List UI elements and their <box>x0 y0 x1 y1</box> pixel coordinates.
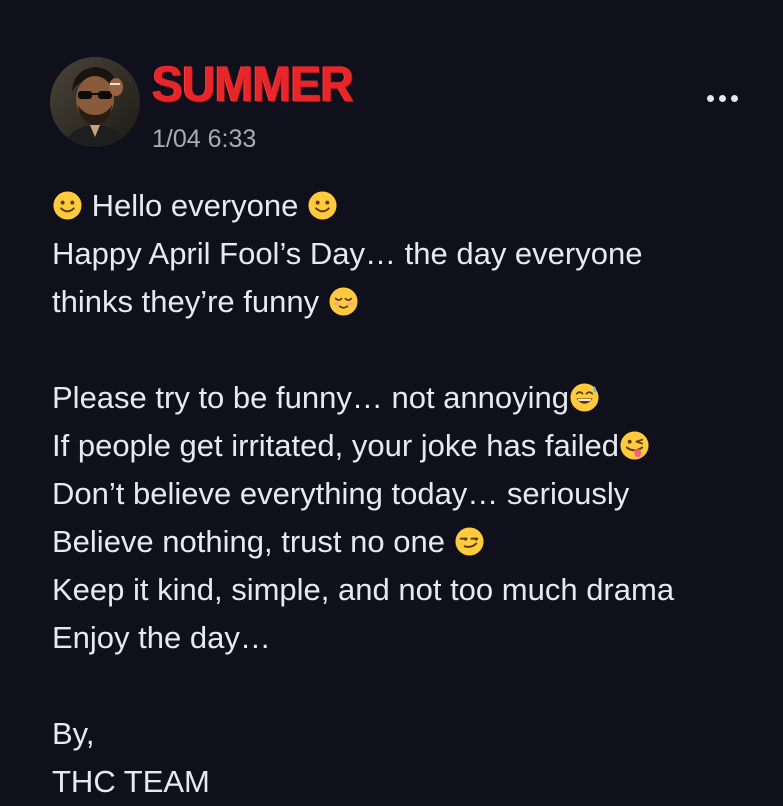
message-line: Enjoy the day… <box>52 614 777 662</box>
winking-tongue-face-icon <box>619 430 650 461</box>
avatar-photo-icon <box>50 57 140 147</box>
signature-by: By, <box>52 716 95 751</box>
relieved-face-icon <box>328 286 359 317</box>
message-line: Keep it kind, simple, and not too much d… <box>52 566 777 614</box>
grinning-sweat-face-icon <box>569 382 600 413</box>
avatar[interactable] <box>50 57 140 147</box>
message-line: Don’t believe everything today… seriousl… <box>52 470 777 518</box>
message-line: If people get irritated, your joke has f… <box>52 422 777 470</box>
message-line-text: Please try to be funny… not annoying <box>52 380 569 415</box>
message-line-text: Happy April Fool’s Day… the day everyone <box>52 236 643 271</box>
message-line: Happy April Fool’s Day… the day everyone <box>52 230 777 278</box>
message-line: Believe nothing, trust no one <box>52 518 777 566</box>
message-line-text: If people get irritated, your joke has f… <box>52 428 619 463</box>
message-line: Hello everyone <box>52 182 777 230</box>
message-line: Please try to be funny… not annoying <box>52 374 777 422</box>
smirking-face-icon <box>454 526 485 557</box>
message-line: THC TEAM <box>52 758 777 806</box>
post-timestamp: 1/04 6:33 <box>152 125 257 153</box>
more-horizontal-icon <box>718 94 726 102</box>
slightly-smiling-face-icon <box>52 190 83 221</box>
message-line-text: Hello everyone <box>91 188 299 223</box>
more-horizontal-icon <box>706 94 714 102</box>
post-card: SUMMER 1/04 6:33 Hello everyone Happy Ap… <box>0 0 783 800</box>
message-line-text: Don’t believe everything today… seriousl… <box>52 476 630 511</box>
message-line-text: Enjoy the day… <box>52 620 271 655</box>
message-body: Hello everyone Happy April Fool’s Day… t… <box>52 182 777 806</box>
message-line-text: thinks they’re funny <box>52 284 320 319</box>
message-line-text: Keep it kind, simple, and not too much d… <box>52 572 675 607</box>
slightly-smiling-face-icon <box>307 190 338 221</box>
signature-team: THC TEAM <box>52 764 210 799</box>
message-line: thinks they’re funny <box>52 278 777 326</box>
more-horizontal-icon <box>730 94 738 102</box>
message-line-text: Believe nothing, trust no one <box>52 524 445 559</box>
author-name[interactable]: SUMMER <box>152 56 354 112</box>
message-line: By, <box>52 710 777 758</box>
more-options-button[interactable] <box>700 85 744 111</box>
